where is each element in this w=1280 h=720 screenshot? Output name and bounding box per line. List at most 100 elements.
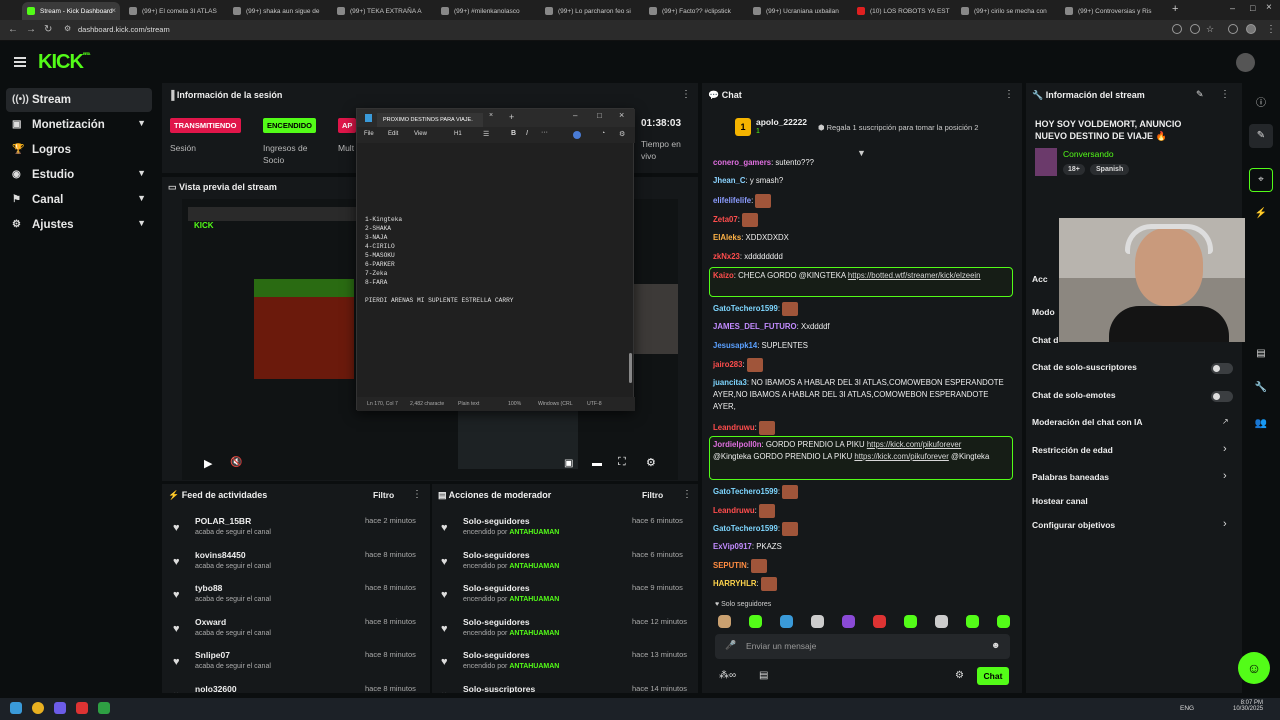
points-icon[interactable]: ⁂∞: [719, 670, 736, 681]
chat-username[interactable]: Jesusapk14: [713, 341, 757, 350]
clock[interactable]: 8:07 PM 10/30/2025: [1233, 700, 1263, 712]
sidebar-item-canal[interactable]: ⚑ Canal ▼: [6, 188, 152, 212]
chat-username[interactable]: SEPUTIN: [713, 561, 747, 570]
kick-logo[interactable]: KICKBETA: [38, 51, 90, 74]
user-avatar[interactable]: [1236, 53, 1255, 72]
bolt-icon[interactable]: ⚡: [1254, 208, 1268, 222]
browser-tab[interactable]: (99+) Controversias y Ris: [1060, 2, 1164, 20]
notepad-tab[interactable]: PROXIMO DESTINOS PARA VIAJE.: [377, 113, 483, 127]
top-gifter-name[interactable]: apolo_22222: [756, 117, 807, 127]
chat-username[interactable]: jairo283: [713, 360, 742, 369]
chat-username[interactable]: juancita3: [713, 378, 747, 387]
chat-username[interactable]: Leandruwu: [713, 506, 755, 515]
close-tab-icon[interactable]: ×: [489, 112, 493, 119]
emote-button[interactable]: [966, 615, 979, 628]
edit-icon[interactable]: ✎: [1196, 89, 1204, 100]
browser-tab[interactable]: Stream - Kick Dashboard ×: [22, 2, 120, 20]
filter-button[interactable]: Filtro: [373, 490, 394, 500]
bold-icon[interactable]: B: [511, 130, 516, 137]
close-tab-icon[interactable]: ×: [111, 6, 116, 15]
language-indicator[interactable]: ENG: [1180, 705, 1194, 712]
chat-username[interactable]: elifelifelife: [713, 196, 751, 205]
chat-input[interactable]: 🎤 Enviar un mensaje ☻: [715, 634, 1010, 659]
sidebar-item-logros[interactable]: 🏆 Logros: [6, 138, 152, 162]
browser-tab[interactable]: (99+) #milenkanolasco: [436, 2, 540, 20]
chat-username[interactable]: Zeta07: [713, 215, 738, 224]
reload-icon[interactable]: ↻: [44, 24, 52, 35]
url-field[interactable]: dashboard.kick.com/stream: [78, 25, 170, 34]
sidebar-item-ajustes[interactable]: ⚙ Ajustes ▼: [6, 213, 152, 237]
notepad-window[interactable]: PROXIMO DESTINOS PARA VIAJE. × + – □ × F…: [356, 108, 635, 411]
stream-setting-row[interactable]: Chat d: [1032, 335, 1058, 345]
emote-button[interactable]: [997, 615, 1010, 628]
scrollbar[interactable]: [629, 353, 632, 383]
chat-username[interactable]: HARRYHLR: [713, 579, 756, 588]
browser-menu-icon[interactable]: ⋮: [1266, 24, 1276, 35]
menu-view[interactable]: View: [414, 131, 427, 137]
filter-button[interactable]: Filtro: [642, 490, 663, 500]
category-name[interactable]: Conversando: [1063, 149, 1114, 159]
capture-icon[interactable]: ⌖: [1249, 168, 1273, 192]
moderator-name[interactable]: ANTAHUAMAN: [509, 630, 559, 637]
profile-icon[interactable]: [1246, 24, 1256, 34]
hamburger-menu-icon[interactable]: [14, 57, 26, 67]
chat-link[interactable]: https://kick.com/pikuforever: [867, 440, 961, 449]
italic-icon[interactable]: I: [526, 130, 528, 137]
play-icon[interactable]: ▶: [204, 457, 212, 470]
more-icon[interactable]: ···: [541, 129, 548, 136]
maximize-window-icon[interactable]: □: [1250, 3, 1255, 13]
tools-icon[interactable]: 🔧: [1254, 382, 1268, 396]
more-options-icon[interactable]: ⋮: [681, 89, 691, 100]
copilot-icon[interactable]: [573, 131, 581, 139]
emote-button[interactable]: [904, 615, 917, 628]
external-link-icon[interactable]: ↗: [1222, 417, 1229, 426]
browser-tab[interactable]: (99+) Lo parcharon feo si: [540, 2, 644, 20]
chat-username[interactable]: GatoTechero1599: [713, 524, 778, 533]
fullscreen-icon[interactable]: ⛶: [618, 456, 626, 469]
moderator-name[interactable]: ANTAHUAMAN: [509, 663, 559, 670]
extensions-icon[interactable]: [1228, 24, 1238, 34]
chat-username[interactable]: Kaizo: [713, 271, 734, 280]
browser-tab[interactable]: (99+) TEKA EXTRAÑA A: [332, 2, 436, 20]
mute-icon[interactable]: 🔇: [230, 457, 242, 468]
forward-icon[interactable]: →: [26, 24, 36, 35]
more-options-icon[interactable]: ⋮: [1220, 89, 1230, 100]
emote-button[interactable]: [842, 615, 855, 628]
stream-setting-row[interactable]: Chat de solo-suscriptores: [1032, 362, 1137, 372]
toggle-switch[interactable]: [1211, 391, 1233, 402]
support-chat-icon[interactable]: ☺: [1238, 652, 1270, 684]
theater-icon[interactable]: ▬: [592, 458, 602, 469]
chat-send-button[interactable]: Chat: [977, 667, 1009, 685]
notepad-text[interactable]: 1-Kingteka 2-SHAKA 3-NAJA 4-CIRILO 5-MAS…: [365, 215, 514, 305]
edit-panel-icon[interactable]: ✎: [1249, 124, 1273, 148]
close-icon[interactable]: ×: [619, 110, 624, 120]
chat-username[interactable]: JAMES_DEL_FUTURO: [713, 322, 797, 331]
inbox-icon[interactable]: ▤: [1254, 348, 1268, 362]
sidebar-item-monetizacion[interactable]: ▣ Monetización ▼: [6, 113, 152, 137]
browser-tab[interactable]: (99+) El cometa 3I ATLAS: [124, 2, 228, 20]
minimize-window-icon[interactable]: –: [1230, 3, 1235, 13]
discord-icon[interactable]: [54, 702, 66, 714]
account-icon[interactable]: ◔: [601, 130, 605, 137]
back-icon[interactable]: ←: [8, 24, 18, 35]
settings-icon[interactable]: ⚙: [646, 456, 656, 469]
more-options-icon[interactable]: ⋮: [412, 489, 422, 500]
sidebar-item-estudio[interactable]: ◉ Estudio ▼: [6, 163, 152, 187]
chevron-right-icon[interactable]: ›: [1223, 518, 1227, 530]
chat-username[interactable]: zkNx23: [713, 252, 740, 261]
new-tab-icon[interactable]: +: [509, 112, 514, 122]
site-info-icon[interactable]: ⚙: [64, 24, 71, 33]
chat-username[interactable]: conero_gamers: [713, 158, 771, 167]
pip-icon[interactable]: ▣: [564, 458, 573, 469]
menu-file[interactable]: File: [364, 131, 374, 137]
emote-button[interactable]: [780, 615, 793, 628]
chat-settings-icon[interactable]: ⚙: [955, 670, 964, 681]
chat-username[interactable]: Leandruwu: [713, 423, 755, 432]
emote-button[interactable]: [749, 615, 762, 628]
chevron-right-icon[interactable]: ›: [1223, 443, 1227, 455]
stream-setting-row[interactable]: Configurar objetivos: [1032, 520, 1115, 530]
browser-tab[interactable]: (99+) cirilo se mecha con: [956, 2, 1060, 20]
browser-tab[interactable]: (99+) shaka aun sigue de: [228, 2, 332, 20]
windows-start-icon[interactable]: [10, 702, 22, 714]
stream-setting-row[interactable]: Moderación del chat con IA: [1032, 417, 1143, 427]
